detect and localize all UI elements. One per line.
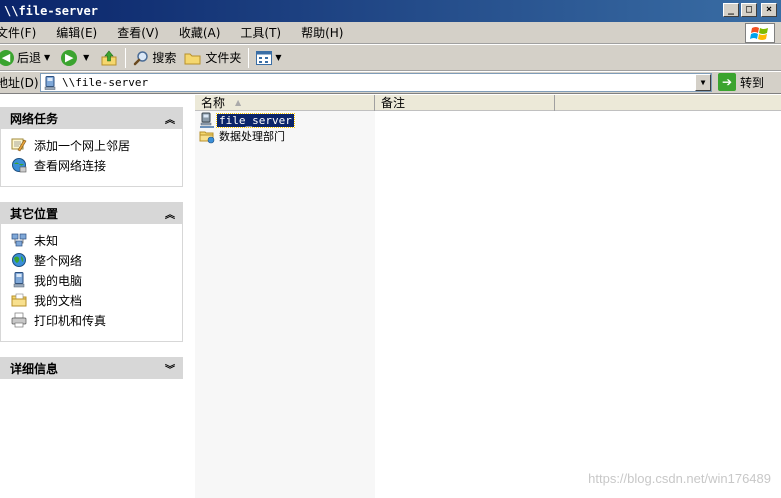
task-pane: 网络任务 ︽ 添加一个网上邻居 查看网络连接 其它位置 ︽ 未知 整个网络 我的… bbox=[0, 95, 195, 498]
forward-arrow-icon: ▶ bbox=[61, 49, 78, 66]
menu-favorites[interactable]: 收藏(A) bbox=[179, 24, 229, 41]
back-label: 后退 bbox=[17, 51, 42, 65]
folder-icon bbox=[184, 53, 201, 64]
window-title: \\file-server bbox=[4, 4, 98, 18]
sorted-column-shade bbox=[195, 111, 375, 498]
details-title: 详细信息 bbox=[10, 361, 59, 376]
menu-edit[interactable]: 编辑(E) bbox=[56, 24, 105, 41]
toolbar-separator bbox=[248, 47, 250, 68]
go-label: 转到 bbox=[740, 75, 765, 90]
network-tasks-header[interactable]: 网络任务 ︽ bbox=[0, 107, 183, 129]
my-computer-icon bbox=[13, 272, 25, 288]
place-label: 打印机和传真 bbox=[34, 313, 107, 328]
my-documents-icon bbox=[11, 293, 27, 307]
task-label: 查看网络连接 bbox=[34, 158, 107, 173]
address-input[interactable]: \\file-server ▼ bbox=[40, 73, 712, 92]
search-button[interactable]: 搜索 bbox=[129, 47, 180, 69]
place-printers-and-faxes[interactable]: 打印机和传真 bbox=[1, 310, 182, 330]
add-network-place-icon bbox=[11, 138, 27, 152]
workgroup-folder-icon bbox=[199, 131, 215, 144]
back-button[interactable]: ◀ 后退 ▼ bbox=[0, 47, 57, 69]
address-bar: 地址(D) \\file-server ▼ ➔ 转到 bbox=[0, 72, 781, 94]
task-label: 添加一个网上邻居 bbox=[34, 138, 131, 153]
other-places-title: 其它位置 bbox=[10, 206, 59, 221]
file-name: 数据处理部门 bbox=[219, 130, 285, 143]
views-dropdown-icon: ▼ bbox=[275, 53, 282, 62]
menu-help[interactable]: 帮助(H) bbox=[301, 24, 351, 41]
task-add-network-place[interactable]: 添加一个网上邻居 bbox=[1, 135, 182, 155]
network-tasks-title: 网络任务 bbox=[10, 111, 59, 126]
task-view-network-connections[interactable]: 查看网络连接 bbox=[1, 155, 182, 175]
network-computer-icon bbox=[200, 112, 214, 128]
up-folder-icon bbox=[101, 50, 117, 65]
column-header-filler bbox=[555, 95, 781, 111]
toolbar: ◀ 后退 ▼ ▶ ▼ 搜索 文件夹 ▼ bbox=[0, 45, 781, 71]
column-header-label: 备注 bbox=[381, 96, 406, 110]
column-header-comment[interactable]: 备注 bbox=[375, 95, 555, 111]
watermark: https://blog.csdn.net/win176489 bbox=[588, 471, 771, 486]
column-header-name[interactable]: 名称 ▲ bbox=[195, 95, 375, 111]
toolbar-separator bbox=[125, 47, 127, 68]
column-header-label: 名称 bbox=[201, 96, 226, 110]
collapse-chevron-icon[interactable]: ︽ bbox=[165, 206, 175, 221]
file-list: 名称 ▲ 备注 file_server 数据处理部门 bbox=[195, 95, 781, 498]
menu-tools[interactable]: 工具(T) bbox=[240, 24, 289, 41]
forward-dropdown-icon[interactable]: ▼ bbox=[83, 53, 89, 62]
search-label: 搜索 bbox=[152, 51, 177, 65]
printer-icon bbox=[11, 312, 27, 328]
folders-button[interactable]: 文件夹 bbox=[180, 47, 245, 69]
address-label: 地址(D) bbox=[0, 76, 39, 90]
other-places-header[interactable]: 其它位置 ︽ bbox=[0, 202, 183, 224]
details-header[interactable]: 详细信息 ︾ bbox=[0, 357, 183, 379]
windows-logo-icon bbox=[745, 23, 775, 43]
close-button[interactable]: × bbox=[761, 3, 777, 17]
menu-view[interactable]: 查看(V) bbox=[117, 24, 167, 41]
go-arrow-icon: ➔ bbox=[718, 73, 736, 91]
place-unknown[interactable]: 未知 bbox=[1, 230, 182, 250]
place-label: 整个网络 bbox=[34, 253, 83, 268]
place-my-documents[interactable]: 我的文档 bbox=[1, 290, 182, 310]
minimize-button[interactable]: _ bbox=[723, 3, 739, 17]
views-grid-icon bbox=[256, 50, 273, 65]
expand-chevron-icon[interactable]: ︾ bbox=[165, 361, 175, 376]
place-my-computer[interactable]: 我的电脑 bbox=[1, 270, 182, 290]
globe-icon bbox=[12, 253, 26, 267]
folders-label: 文件夹 bbox=[205, 51, 242, 65]
collapse-chevron-icon[interactable]: ︽ bbox=[165, 111, 175, 126]
up-folder-button[interactable] bbox=[96, 47, 122, 69]
list-item[interactable]: 数据处理部门 bbox=[199, 128, 287, 144]
forward-button[interactable]: ▶ ▼ bbox=[57, 47, 96, 69]
menu-file[interactable]: 文件(F) bbox=[0, 24, 44, 41]
network-computers-icon bbox=[11, 233, 27, 247]
file-name: file_server bbox=[216, 112, 295, 128]
computer-icon bbox=[44, 75, 56, 90]
address-value: \\file-server bbox=[62, 76, 149, 89]
views-button[interactable]: ▼ bbox=[252, 47, 288, 69]
search-icon bbox=[134, 50, 149, 65]
go-button[interactable]: ➔ 转到 bbox=[718, 73, 764, 91]
network-connections-icon bbox=[12, 158, 27, 173]
sort-ascending-icon: ▲ bbox=[235, 98, 242, 107]
list-item[interactable]: file_server bbox=[199, 112, 295, 128]
column-headers: 名称 ▲ 备注 bbox=[195, 95, 781, 111]
back-arrow-icon: ◀ bbox=[0, 49, 14, 66]
maximize-button[interactable]: □ bbox=[741, 3, 757, 17]
place-entire-network[interactable]: 整个网络 bbox=[1, 250, 182, 270]
address-dropdown-button[interactable]: ▼ bbox=[695, 74, 711, 91]
menu-bar: 文件(F) 编辑(E) 查看(V) 收藏(A) 工具(T) 帮助(H) bbox=[0, 22, 781, 44]
network-tasks-body: 添加一个网上邻居 查看网络连接 bbox=[0, 129, 183, 187]
place-label: 未知 bbox=[34, 233, 59, 248]
window-controls: _ □ × bbox=[723, 3, 777, 17]
place-label: 我的文档 bbox=[34, 293, 83, 308]
back-dropdown-icon[interactable]: ▼ bbox=[44, 53, 50, 62]
title-bar[interactable]: \\file-server _ □ × bbox=[0, 0, 781, 22]
other-places-body: 未知 整个网络 我的电脑 我的文档 打印机和传真 bbox=[0, 224, 183, 342]
place-label: 我的电脑 bbox=[34, 273, 83, 288]
